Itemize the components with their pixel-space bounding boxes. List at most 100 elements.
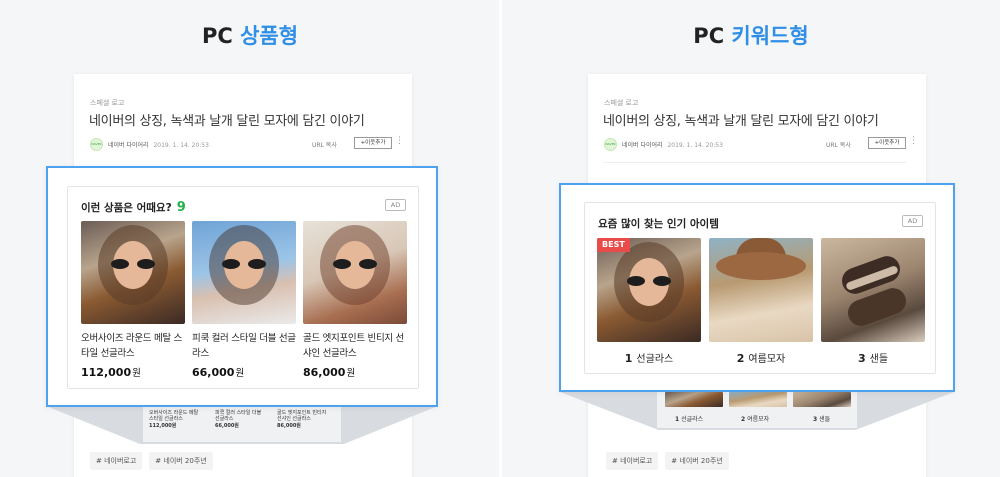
post-category[interactable]: 스페셜 로고 <box>604 98 638 108</box>
add-neighbor-button[interactable]: +이웃추가 <box>354 137 392 149</box>
post-author: 네이버 다이어리 2019. 1. 14. 20:53 <box>108 140 209 149</box>
post-date: 2019. 1. 14. 20:53 <box>667 142 723 149</box>
mini-product-price: 86,000원 <box>277 423 301 429</box>
post-title[interactable]: 네이버의 상징, 녹색과 날개 달린 모자에 담긴 이야기 <box>603 110 879 129</box>
product-image[interactable] <box>81 221 185 324</box>
product-price: 112,000원 <box>81 365 185 379</box>
ad-heading: 요즘 많이 찾는 인기 아이템 <box>598 218 719 230</box>
product-name[interactable]: 피쿡 컬러 스타일 더블 선글라스 <box>192 331 296 361</box>
price-value: 86,000 <box>303 366 346 379</box>
mini-product[interactable]: 오버사이즈 라운드 메탈 스타일 선글라스 112,000원 <box>149 410 198 429</box>
mini-ad-preview: 오버사이즈 라운드 메탈 스타일 선글라스 112,000원 피쿡 컬러 스타일… <box>143 406 341 442</box>
tag-naver-logo[interactable]: # 네이버로고 <box>606 452 659 470</box>
mini-product-name: 선글라스 <box>215 416 234 422</box>
sunglasses-icon <box>222 259 266 269</box>
keyword-label[interactable]: 2 여름모자 <box>709 350 813 365</box>
product-ad-card: 이런 상품은 어때요? 9 AD 오버사이즈 라운드 메탈 스타일 선글라스 11… <box>67 186 419 389</box>
mini-keyword-image[interactable] <box>665 392 723 407</box>
post-date: 2019. 1. 14. 20:53 <box>153 142 209 149</box>
panel-product-type: PC 상품형 스페셜 로고 네이버의 상징, 녹색과 날개 달린 모자에 담긴 … <box>0 0 500 477</box>
mini-product-price: 66,000원 <box>215 423 239 429</box>
product-price: 66,000원 <box>192 365 296 379</box>
price-value: 66,000 <box>192 366 235 379</box>
mini-product[interactable]: 골드 엣지포인트 빈티지 선샤인 선글라스 86,000원 <box>277 410 326 429</box>
post-divider <box>603 162 906 163</box>
mini-keyword-text: 여름모자 <box>747 416 770 423</box>
mini-keyword-label[interactable]: 3 샌들 <box>813 414 830 423</box>
price-unit: 원 <box>235 368 245 379</box>
keyword-rank: 3 <box>857 352 866 365</box>
keyword-item[interactable]: 2 여름모자 <box>709 238 813 365</box>
post-title[interactable]: 네이버의 상징, 녹색과 날개 달린 모자에 담긴 이야기 <box>89 110 365 129</box>
author-name[interactable]: 네이버 다이어리 <box>622 142 663 149</box>
panel-title-prefix: PC <box>693 24 725 48</box>
price-unit: 원 <box>346 368 356 379</box>
price-value: 112,000 <box>81 366 132 379</box>
ad-heading: 이런 상품은 어때요? 9 <box>81 200 186 215</box>
best-badge: BEST <box>597 238 630 252</box>
keyword-text: 선글라스 <box>636 354 674 365</box>
mini-keyword-image[interactable] <box>729 392 787 407</box>
mini-keyword-label[interactable]: 2 여름모자 <box>741 414 769 423</box>
product-price: 86,000원 <box>303 365 407 379</box>
mini-keyword-image[interactable] <box>793 392 851 407</box>
hat-brim-shape <box>716 252 806 280</box>
panel-keyword-type: PC 키워드형 스페셜 로고 네이버의 상징, 녹색과 날개 달린 모자에 담긴… <box>502 0 1000 477</box>
mini-keyword-text: 샌들 <box>819 416 831 423</box>
ad-count: 9 <box>176 200 186 215</box>
tag-naver-20th[interactable]: # 네이버 20주년 <box>149 452 213 470</box>
mini-product-price: 112,000원 <box>149 423 177 429</box>
post-tags: # 네이버로고 # 네이버 20주년 <box>90 452 213 470</box>
panel-title-prefix: PC <box>201 24 233 48</box>
mini-product[interactable]: 피쿡 컬러 스타일 더블 선글라스 66,000원 <box>215 410 261 429</box>
post-author: 네이버 다이어리 2019. 1. 14. 20:53 <box>622 140 723 149</box>
ad-badge[interactable]: AD <box>902 215 923 227</box>
product-name[interactable]: 오버사이즈 라운드 메탈 스타일 선글라스 <box>81 331 185 361</box>
keyword-item[interactable]: 3 샌들 <box>821 238 925 365</box>
tag-naver-logo[interactable]: # 네이버로고 <box>90 452 143 470</box>
mini-keyword-text: 선글라스 <box>681 416 704 423</box>
product-image[interactable] <box>303 221 407 324</box>
product-image[interactable] <box>192 221 296 324</box>
mini-keyword-rank: 3 <box>813 416 818 423</box>
panel-title-highlight: 키워드형 <box>731 24 809 48</box>
author-avatar[interactable]: NAVER <box>604 138 617 151</box>
mini-product-name: 스타일 선글라스 <box>149 416 183 422</box>
product-name[interactable]: 골드 엣지포인트 빈티지 선샤인 선글라스 <box>303 331 407 361</box>
panel-title-highlight: 상품형 <box>240 24 299 48</box>
keyword-item[interactable]: BEST 1 선글라스 <box>597 238 701 365</box>
author-avatar[interactable]: NAVER <box>90 138 103 151</box>
author-name[interactable]: 네이버 다이어리 <box>108 142 149 149</box>
mini-keyword-rank: 1 <box>675 416 680 423</box>
price-unit: 원 <box>132 368 141 379</box>
product-item[interactable]: 골드 엣지포인트 빈티지 선샤인 선글라스 86,000원 <box>303 221 407 379</box>
product-item[interactable]: 오버사이즈 라운드 메탈 스타일 선글라스 112,000원 <box>81 221 185 379</box>
more-options-icon[interactable]: ⋮ <box>395 136 404 146</box>
ad-badge[interactable]: AD <box>385 199 406 211</box>
keyword-label[interactable]: 1 선글라스 <box>597 350 701 365</box>
sunglasses-icon <box>627 276 671 286</box>
panel-title: PC 키워드형 <box>502 20 1000 50</box>
post-category[interactable]: 스페셜 로고 <box>90 98 124 108</box>
add-neighbor-button[interactable]: +이웃추가 <box>868 137 906 149</box>
sunglasses-icon <box>333 259 377 269</box>
tag-naver-20th[interactable]: # 네이버 20주년 <box>665 452 729 470</box>
keyword-label[interactable]: 3 샌들 <box>821 350 925 365</box>
mini-keyword-label[interactable]: 1 선글라스 <box>675 414 703 423</box>
keyword-image[interactable]: BEST <box>597 238 701 342</box>
url-copy-button[interactable]: URL 복사 <box>826 140 851 149</box>
keyword-rank: 1 <box>624 352 633 365</box>
keyword-image[interactable] <box>821 238 925 342</box>
more-options-icon[interactable]: ⋮ <box>909 136 918 146</box>
keyword-text: 샌들 <box>869 354 889 365</box>
url-copy-button[interactable]: URL 복사 <box>312 140 337 149</box>
keyword-ad-card: 요즘 많이 찾는 인기 아이템 AD BEST 1 선글라스 2 여름모자 3 … <box>584 202 936 374</box>
product-item[interactable]: 피쿡 컬러 스타일 더블 선글라스 66,000원 <box>192 221 296 379</box>
mini-ad-preview: 1 선글라스 2 여름모자 3 샌들 <box>657 392 857 428</box>
post-tags: # 네이버로고 # 네이버 20주년 <box>606 452 729 470</box>
keyword-rank: 2 <box>736 352 745 365</box>
keyword-image[interactable] <box>709 238 813 342</box>
ad-highlight-frame: 이런 상품은 어때요? 9 AD 오버사이즈 라운드 메탈 스타일 선글라스 11… <box>46 166 438 407</box>
keyword-text: 여름모자 <box>748 354 786 365</box>
mini-keyword-rank: 2 <box>741 416 746 423</box>
